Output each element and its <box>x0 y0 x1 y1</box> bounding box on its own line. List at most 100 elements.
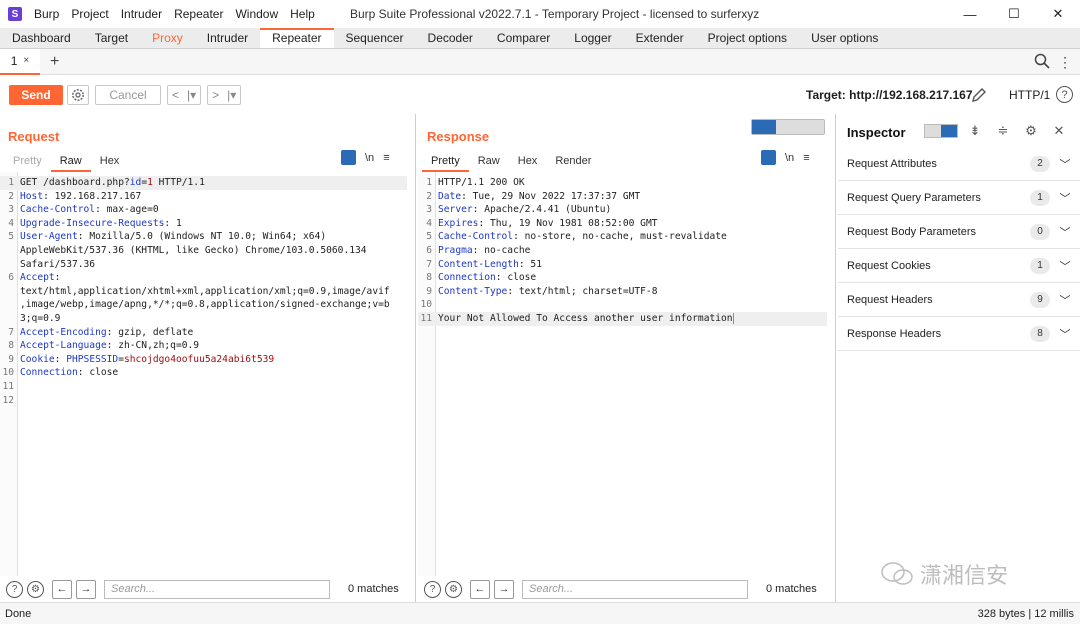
response-search-settings-gear-icon[interactable]: ⚙ <box>445 580 462 598</box>
tab-user-options[interactable]: User options <box>799 28 890 48</box>
request-tab-pretty[interactable]: Pretty <box>4 150 51 172</box>
request-menu-icon[interactable]: ≡ <box>383 152 389 164</box>
back-dropdown-icon[interactable]: |▾ <box>183 88 200 102</box>
code-text: : 192.168.217.167 <box>43 190 142 202</box>
inspector-section-body-parameters[interactable]: Request Body Parameters 0 ﹀ <box>838 215 1080 249</box>
response-tab-pretty[interactable]: Pretty <box>422 150 469 172</box>
send-button[interactable]: Send <box>9 85 63 105</box>
response-help-icon[interactable]: ? <box>424 580 441 598</box>
tab-dashboard[interactable]: Dashboard <box>0 28 83 48</box>
inspector-section-request-cookies[interactable]: Request Cookies 1 ﹀ <box>838 249 1080 283</box>
tab-logger[interactable]: Logger <box>562 28 623 48</box>
layout-side-by-side-icon[interactable] <box>752 120 776 134</box>
tab-proxy[interactable]: Proxy <box>140 28 195 48</box>
inspector-layout-switch[interactable] <box>924 124 958 138</box>
response-tab-raw[interactable]: Raw <box>469 150 509 172</box>
response-search-input[interactable]: Search... <box>522 579 748 599</box>
code-line: 8 Connection: close <box>418 271 827 285</box>
inspector-section-query-parameters[interactable]: Request Query Parameters 1 ﹀ <box>838 181 1080 215</box>
tab-project-options[interactable]: Project options <box>696 28 799 48</box>
chevron-down-icon[interactable]: ﹀ <box>1050 224 1080 240</box>
maximize-icon[interactable]: ☐ <box>992 0 1036 28</box>
history-forward-button[interactable]: > |▾ <box>207 85 242 105</box>
menu-window[interactable]: Window <box>229 7 284 21</box>
request-search-settings-gear-icon[interactable]: ⚙ <box>27 580 44 598</box>
line-text: Server: Apache/2.4.41 (Ubuntu) <box>438 203 611 217</box>
response-menu-icon[interactable]: ≡ <box>803 152 809 164</box>
code-line: AppleWebKit/537.36 (KHTML, like Gecko) C… <box>0 244 407 258</box>
tab-extender[interactable]: Extender <box>624 28 696 48</box>
minimize-icon[interactable]: — <box>948 0 992 28</box>
line-number: 6 <box>426 245 432 256</box>
cancel-button[interactable]: Cancel <box>95 85 161 105</box>
response-tab-render[interactable]: Render <box>546 150 600 172</box>
more-options-icon[interactable]: ⋮ <box>1058 54 1072 71</box>
layout-tabs-icon[interactable] <box>800 120 824 134</box>
menu-repeater[interactable]: Repeater <box>168 7 229 21</box>
close-tab-icon[interactable]: × <box>23 55 29 66</box>
request-help-icon[interactable]: ? <box>6 580 23 598</box>
line-number: 6 <box>8 272 14 284</box>
newline-toggle-icon[interactable]: \n <box>365 152 374 164</box>
request-search-prev-arrow-icon[interactable]: ← <box>52 579 72 599</box>
close-inspector-icon[interactable]: ✕ <box>1048 123 1070 139</box>
request-tab-raw[interactable]: Raw <box>50 150 91 172</box>
inspector-layout-a-icon[interactable] <box>925 125 941 137</box>
http-version-toggle[interactable]: HTTP/1 <box>1009 88 1050 102</box>
response-editor[interactable]: 1 HTTP/1.1 200 OK 2 Date: Tue, 29 Nov 2022 … <box>418 172 835 576</box>
header-name: Content-Length <box>438 258 519 270</box>
repeater-tab-1[interactable]: 1 × <box>0 48 40 75</box>
align-top-icon[interactable]: ⇟ <box>964 123 986 139</box>
align-center-icon[interactable]: ≑ <box>992 123 1014 139</box>
response-show-nonprintable-icon[interactable] <box>761 150 776 165</box>
response-search-prev-arrow-icon[interactable]: ← <box>470 579 490 599</box>
tab-sequencer[interactable]: Sequencer <box>334 28 416 48</box>
header-name: Pragma <box>438 245 473 256</box>
chevron-down-icon[interactable]: ﹀ <box>1050 190 1080 206</box>
send-settings-gear-icon[interactable] <box>67 85 89 105</box>
chevron-down-icon[interactable]: ﹀ <box>1050 258 1080 274</box>
request-search-next-arrow-icon[interactable]: → <box>76 579 96 599</box>
tab-intruder[interactable]: Intruder <box>195 28 260 48</box>
inspector-section-response-headers[interactable]: Response Headers 8 ﹀ <box>838 317 1080 351</box>
chevron-down-icon[interactable]: ﹀ <box>1050 326 1080 342</box>
response-editor-tools: \n ≡ <box>761 150 810 165</box>
response-newline-toggle-icon[interactable]: \n <box>785 152 794 164</box>
menu-project[interactable]: Project <box>65 7 114 21</box>
line-text: AppleWebKit/537.36 (KHTML, like Gecko) C… <box>20 244 367 258</box>
search-icon[interactable] <box>1034 53 1050 69</box>
header-name: Cookie <box>20 353 55 365</box>
menu-intruder[interactable]: Intruder <box>115 7 168 21</box>
add-tab-icon[interactable]: + <box>50 53 59 71</box>
chevron-down-icon[interactable]: ﹀ <box>1050 156 1080 172</box>
layout-switcher[interactable] <box>751 119 825 135</box>
tab-decoder[interactable]: Decoder <box>416 28 485 48</box>
tab-repeater[interactable]: Repeater <box>260 28 334 48</box>
request-tab-hex[interactable]: Hex <box>91 150 129 172</box>
line-number: 2 <box>8 190 14 202</box>
layout-top-bottom-icon[interactable] <box>776 120 800 134</box>
request-editor[interactable]: 1 GET /dashboard.php?id=1 HTTP/1.1 2 Host: … <box>0 172 415 576</box>
tab-target[interactable]: Target <box>83 28 140 48</box>
edit-target-pencil-icon[interactable] <box>970 86 988 104</box>
inspector-section-request-headers[interactable]: Request Headers 9 ﹀ <box>838 283 1080 317</box>
chevron-down-icon[interactable]: ﹀ <box>1050 292 1080 308</box>
menu-burp[interactable]: Burp <box>28 7 65 21</box>
response-search-next-arrow-icon[interactable]: → <box>494 579 514 599</box>
history-back-button[interactable]: < |▾ <box>167 85 202 105</box>
line-number: 7 <box>426 258 432 270</box>
help-icon[interactable]: ? <box>1056 86 1073 103</box>
show-nonprintable-icon[interactable] <box>341 150 356 165</box>
forward-dropdown-icon[interactable]: |▾ <box>223 88 240 102</box>
close-window-icon[interactable]: ✕ <box>1036 0 1080 28</box>
text-caret <box>732 312 734 324</box>
inspector-layout-b-icon[interactable] <box>941 125 957 137</box>
request-match-count: 0 matches <box>348 583 399 595</box>
inspector-section-request-attributes[interactable]: Request Attributes 2 ﹀ <box>838 147 1080 181</box>
menu-help[interactable]: Help <box>284 7 321 21</box>
inspector-settings-gear-icon[interactable]: ⚙ <box>1020 123 1042 139</box>
tab-comparer[interactable]: Comparer <box>485 28 562 48</box>
request-search-input[interactable]: Search... <box>104 579 330 599</box>
response-match-count: 0 matches <box>766 583 817 595</box>
response-tab-hex[interactable]: Hex <box>509 150 547 172</box>
